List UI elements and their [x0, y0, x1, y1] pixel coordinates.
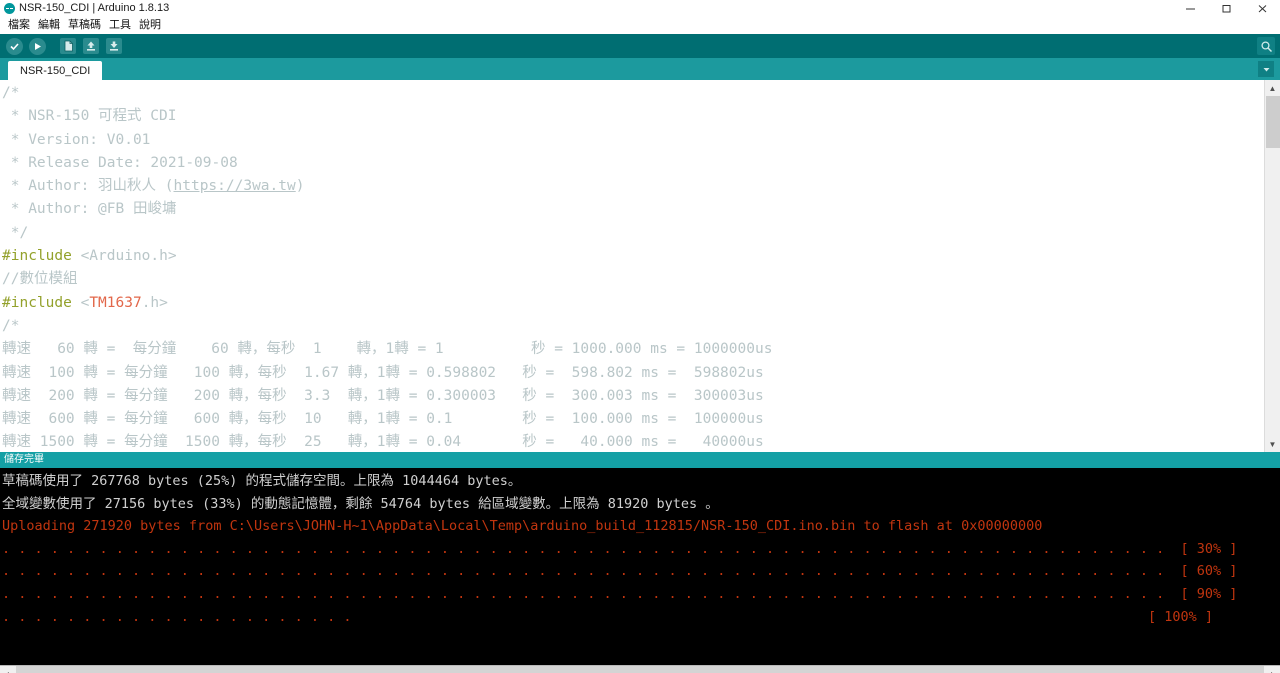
tab-nsr-150-cdi[interactable]: NSR-150_CDI — [8, 61, 102, 80]
console-line: . . . . . . . . . . . . . . . . . . . . … — [2, 560, 1280, 583]
code-line: //數位模組 — [2, 268, 1264, 291]
code-line: 轉速 100 轉 = 每分鐘 100 轉，每秒 1.67 轉，1轉 = 0.59… — [2, 362, 1264, 385]
console-line: Uploading 271920 bytes from C:\Users\JOH… — [2, 515, 1280, 538]
serial-monitor-button[interactable] — [1257, 37, 1275, 55]
menu-item-edit[interactable]: 編輯 — [34, 16, 64, 34]
code-token: .h> — [142, 295, 168, 311]
menu-item-help[interactable]: 說明 — [135, 16, 165, 34]
maximize-button[interactable] — [1208, 0, 1244, 16]
arduino-logo-icon — [4, 3, 15, 14]
minimize-button[interactable] — [1172, 0, 1208, 16]
scroll-right-button[interactable]: › — [1264, 666, 1280, 673]
code-token: 轉速 100 轉 = 每分鐘 100 轉，每秒 1.67 轉，1轉 = 0.59… — [2, 365, 764, 381]
code-token: * Release Date: 2021-09-08 — [2, 155, 238, 171]
close-button[interactable] — [1244, 0, 1280, 16]
code-line: */ — [2, 222, 1264, 245]
open-sketch-button[interactable] — [81, 36, 101, 56]
check-icon — [6, 38, 23, 55]
scroll-up-button[interactable]: ▲ — [1265, 80, 1280, 96]
code-token: 轉速 60 轉 = 每分鐘 60 轉，每秒 1 轉，1轉 = 1 秒 = 100… — [2, 341, 772, 357]
code-token: < — [72, 295, 89, 311]
menu-item-file[interactable]: 檔案 — [4, 16, 34, 34]
console-line: . . . . . . . . . . . . . . . . . . . . … — [2, 583, 1280, 606]
new-sketch-button[interactable] — [58, 36, 78, 56]
scroll-left-button[interactable]: ‹ — [0, 666, 16, 673]
chevron-down-icon — [1262, 65, 1271, 74]
console-output[interactable]: 草稿碼使用了 267768 bytes (25%) 的程式儲存空間。上限為 10… — [0, 468, 1280, 628]
console-scroll-track[interactable] — [16, 666, 1264, 673]
code-line: /* — [2, 315, 1264, 338]
console-line: 草稿碼使用了 267768 bytes (25%) 的程式儲存空間。上限為 10… — [2, 470, 1280, 493]
status-strip: 儲存完畢 — [0, 452, 1280, 468]
code-token: * Author: @FB 田峻墉 — [2, 201, 176, 217]
console-area: 草稿碼使用了 267768 bytes (25%) 的程式儲存空間。上限為 10… — [0, 468, 1280, 665]
arduino-ide-window: NSR-150_CDI | Arduino 1.8.13 檔案 編輯 草稿碼 工… — [0, 0, 1280, 673]
document-icon — [60, 38, 76, 54]
code-token: ) — [296, 178, 305, 194]
code-token: #include — [2, 295, 72, 311]
code-line: * Author: @FB 田峻墉 — [2, 198, 1264, 221]
status-message: 儲存完畢 — [4, 452, 44, 468]
menu-bar: 檔案 編輯 草稿碼 工具 說明 — [0, 16, 1280, 34]
code-line: 轉速 60 轉 = 每分鐘 60 轉，每秒 1 轉，1轉 = 1 秒 = 100… — [2, 338, 1264, 361]
code-token: TM1637 — [89, 295, 141, 311]
code-token: * Version: V0.01 — [2, 132, 150, 148]
menu-item-tools[interactable]: 工具 — [105, 16, 135, 34]
code-token: <Arduino.h> — [72, 248, 177, 264]
console-horizontal-scrollbar[interactable]: ‹ › — [0, 665, 1280, 673]
code-token: */ — [2, 225, 28, 241]
code-token: 轉速 1500 轉 = 每分鐘 1500 轉，每秒 25 轉，1轉 = 0.04… — [2, 434, 764, 450]
code-line: * Version: V0.01 — [2, 129, 1264, 152]
menu-item-sketch[interactable]: 草稿碼 — [64, 16, 105, 34]
code-token: 轉速 200 轉 = 每分鐘 200 轉，每秒 3.3 轉，1轉 = 0.300… — [2, 388, 764, 404]
code-token: * Author: 羽山秋人 ( — [2, 178, 174, 194]
code-link[interactable]: https://3wa.tw — [174, 178, 296, 194]
console-line: 全域變數使用了 27156 bytes (33%) 的動態記憶體，剩餘 5476… — [2, 493, 1280, 516]
console-line: . . . . . . . . . . . . . . . . . . . . … — [2, 538, 1280, 561]
upload-button[interactable] — [27, 36, 47, 56]
tab-strip: NSR-150_CDI — [0, 58, 1280, 80]
arrow-right-icon — [29, 38, 46, 55]
code-line: #include <TM1637.h> — [2, 292, 1264, 315]
editor-vertical-scrollbar[interactable]: ▲ ▼ — [1264, 80, 1280, 452]
code-line: * Release Date: 2021-09-08 — [2, 152, 1264, 175]
code-token: //數位模組 — [2, 271, 77, 287]
code-line: 轉速 200 轉 = 每分鐘 200 轉，每秒 3.3 轉，1轉 = 0.300… — [2, 385, 1264, 408]
code-token: 轉速 600 轉 = 每分鐘 600 轉，每秒 10 轉，1轉 = 0.1 秒 … — [2, 411, 764, 427]
code-token: #include — [2, 248, 72, 264]
arrow-up-icon — [83, 38, 99, 54]
code-line: 轉速 1500 轉 = 每分鐘 1500 轉，每秒 25 轉，1轉 = 0.04… — [2, 431, 1264, 452]
scroll-down-button[interactable]: ▼ — [1265, 436, 1280, 452]
code-token: * NSR-150 可程式 CDI — [2, 108, 176, 124]
console-line: . . . . . . . . . . . . . . . . . . . . … — [2, 606, 1280, 629]
code-line: /* — [2, 82, 1264, 105]
tab-menu-button[interactable] — [1258, 61, 1274, 77]
title-bar: NSR-150_CDI | Arduino 1.8.13 — [0, 0, 1280, 16]
magnifier-icon — [1260, 40, 1273, 53]
window-controls — [1172, 0, 1280, 16]
tab-label: NSR-150_CDI — [20, 65, 90, 77]
code-line: #include <Arduino.h> — [2, 245, 1264, 268]
code-line: * NSR-150 可程式 CDI — [2, 105, 1264, 128]
code-line: * Author: 羽山秋人 (https://3wa.tw) — [2, 175, 1264, 198]
toolbar — [0, 34, 1280, 58]
window-title: NSR-150_CDI | Arduino 1.8.13 — [19, 0, 169, 16]
code-token: /* — [2, 85, 19, 101]
arrow-down-icon — [106, 38, 122, 54]
code-editor[interactable]: /* * NSR-150 可程式 CDI * Version: V0.01 * … — [0, 80, 1264, 452]
verify-button[interactable] — [4, 36, 24, 56]
title-bar-left: NSR-150_CDI | Arduino 1.8.13 — [0, 0, 1172, 16]
code-token: /* — [2, 318, 19, 334]
editor-scroll-thumb[interactable] — [1266, 96, 1280, 148]
code-editor-area: /* * NSR-150 可程式 CDI * Version: V0.01 * … — [0, 80, 1280, 452]
code-line: 轉速 600 轉 = 每分鐘 600 轉，每秒 10 轉，1轉 = 0.1 秒 … — [2, 408, 1264, 431]
editor-scroll-track[interactable] — [1265, 96, 1280, 436]
save-sketch-button[interactable] — [104, 36, 124, 56]
